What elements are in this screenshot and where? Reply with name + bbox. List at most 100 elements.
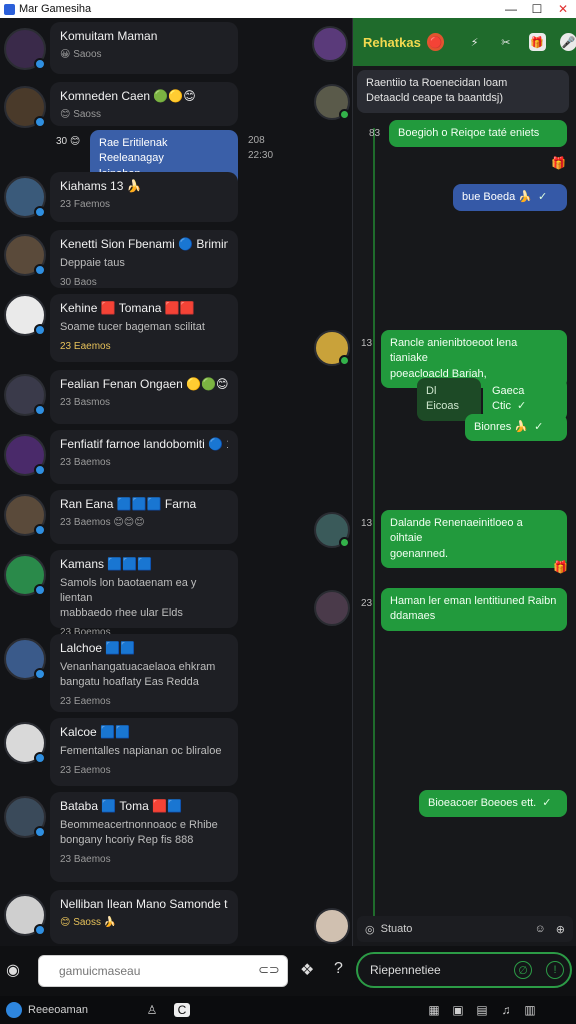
chat-row[interactable]: Fealian Fenan Ongaen 🟡🟢😊 23 Basmos — [0, 370, 352, 426]
bell-icon[interactable]: ♫ — [496, 1003, 516, 1017]
reply-preview-bar[interactable]: ◎ Stuato ☺ ⊕ — [357, 916, 573, 942]
lightning-icon[interactable]: ⚡ — [466, 33, 483, 51]
chat-bubble[interactable]: Komneden Caen 🟢🟡😊 😊 Saoss — [50, 82, 238, 126]
gift-icon[interactable]: 🎁 — [551, 156, 566, 170]
participant-avatar[interactable] — [314, 330, 350, 366]
participant-avatar[interactable] — [314, 908, 350, 944]
reply-input-placeholder: Riepennetiee — [370, 963, 441, 977]
chat-bubble[interactable]: Kenetti Sion Fbenami 🔵 Briminer Deppaie … — [50, 230, 238, 288]
chat-row[interactable]: Kenetti Sion Fbenami 🔵 Briminer Deppaie … — [0, 230, 352, 290]
sticker-icon[interactable]: ❖ — [300, 960, 314, 980]
chat-name: Bataba 🟦 Toma 🟥🟦 — [60, 799, 182, 813]
gift-icon[interactable]: 🎁 — [528, 33, 546, 51]
lock-icon[interactable]: ▣ — [448, 1003, 468, 1017]
chat-preview: Fementalles napianan oc bliraloe — [60, 745, 222, 757]
reply-preview-text: Stuato — [380, 923, 413, 935]
message-bubble[interactable]: bue Boeda 🍌 ✓ — [453, 184, 567, 212]
question-icon[interactable]: ? — [334, 960, 343, 978]
start-icon[interactable] — [6, 1002, 22, 1018]
app-icon — [4, 3, 15, 15]
chat-name: Kiahams 13 🍌 — [60, 179, 142, 193]
avatar[interactable] — [4, 86, 46, 128]
reply-icon: ◎ — [365, 923, 375, 936]
chat-row[interactable]: Komuitam Maman 😀 Saoos — [0, 22, 352, 78]
message-bubble[interactable]: Dalande Renenaeinitloeo a oihtaie goenan… — [381, 510, 567, 569]
avatar[interactable] — [4, 434, 46, 476]
verified-badge-icon — [34, 206, 46, 218]
gift-icon[interactable]: 🎁 — [553, 560, 568, 574]
link-icon[interactable]: ∅ — [514, 961, 532, 979]
avatar[interactable] — [4, 796, 46, 838]
chat-bubble[interactable]: Kehine 🟥 Tomana 🟥🟥 Soame tucer bageman s… — [50, 294, 238, 362]
reply-input[interactable]: Riepennetiee ∅ ! — [356, 952, 572, 988]
scissors-icon[interactable]: ✂ — [497, 33, 514, 51]
maximize-button[interactable]: ☐ — [524, 2, 550, 16]
verified-badge-icon — [34, 324, 46, 336]
chat-list: Komuitam Maman 😀 Saoos Komneden Caen 🟢🟡😊… — [0, 18, 352, 946]
chat-bubble[interactable]: Ran Eana 🟦🟦🟦 Farna 23 Baemos 😊😊😊 — [50, 490, 238, 544]
avatar[interactable] — [4, 554, 46, 596]
chat-meta: 23 Baemos 😊😊😊 — [60, 517, 145, 528]
avatar[interactable] — [4, 894, 46, 936]
chat-bubble[interactable]: Kalcoe 🟦🟦 Fementalles napianan oc bliral… — [50, 718, 238, 786]
timer-icon[interactable]: ! — [546, 961, 564, 979]
participant-avatar[interactable] — [314, 512, 350, 548]
close-button[interactable]: ✕ — [550, 2, 576, 16]
chat-row[interactable]: Ran Eana 🟦🟦🟦 Farna 23 Baemos 😊😊😊 — [0, 490, 352, 546]
avatar[interactable] — [4, 28, 46, 70]
chat-bubble[interactable]: Lalchoe 🟦🟦 Venanhangatuacaelaoa ehkram b… — [50, 634, 238, 712]
avatar[interactable] — [4, 722, 46, 764]
message-bubble[interactable]: Raentiio ta Roenecidan loam Detaacld cea… — [357, 70, 569, 113]
avatar[interactable] — [4, 176, 46, 218]
minimize-button[interactable]: — — [498, 2, 524, 16]
camera-icon[interactable]: ◉ — [6, 960, 26, 980]
add-icon[interactable]: ⊕ — [556, 923, 565, 936]
chat-app-icon[interactable]: C — [174, 1003, 190, 1017]
participant-avatar[interactable] — [312, 26, 348, 62]
avatar[interactable] — [4, 494, 46, 536]
mic-icon[interactable]: 🎤 — [559, 33, 576, 51]
chat-name: Kalcoe 🟦🟦 — [60, 725, 130, 739]
chat-bubble[interactable]: Fenfiatif farnoe landobomiti 🔵 1l2 23 Ba… — [50, 430, 238, 484]
folder-icon[interactable]: ▤ — [472, 1003, 492, 1017]
chat-bubble[interactable]: Fealian Fenan Ongaen 🟡🟢😊 23 Basmos — [50, 370, 238, 424]
message-bubble[interactable]: Haman ler eman lentitiuned Raibn ddamaes — [381, 588, 567, 631]
emoji-icon[interactable]: ☺ — [535, 923, 546, 935]
participant-avatar[interactable] — [314, 84, 350, 120]
avatar[interactable] — [4, 638, 46, 680]
avatar[interactable] — [4, 374, 46, 416]
chat-row[interactable]: Kiahams 13 🍌 23 Faemos — [0, 172, 352, 228]
chat-row[interactable]: Fenfiatif farnoe landobomiti 🔵 1l2 23 Ba… — [0, 430, 352, 486]
chat-bubble[interactable]: Bataba 🟦 Toma 🟥🟦 Beommeacertnonnoaoc e R… — [50, 792, 238, 882]
taskbar: Reeeoaman ♙ C ▦ ▣ ▤ ♫ ▥ — [0, 996, 576, 1024]
chat-row[interactable]: Kamans 🟦🟦🟦 Samols lon baotaenam ea y lie… — [0, 550, 352, 638]
chat-name: Kamans 🟦🟦🟦 — [60, 557, 153, 571]
chat-bubble[interactable]: Nelliban Ilean Mano Samonde tae 😊 Saoss … — [50, 890, 238, 944]
chat-row[interactable]: Bataba 🟦 Toma 🟥🟦 Beommeacertnonnoaoc e R… — [0, 792, 352, 884]
chat-bubble[interactable]: Kamans 🟦🟦🟦 Samols lon baotaenam ea y lie… — [50, 550, 238, 638]
chat-preview: Soame tucer bageman scilitat — [60, 321, 205, 333]
read-check-icon: ✓ — [542, 797, 552, 809]
chat-row[interactable]: Kehine 🟥 Tomana 🟥🟥 Soame tucer bageman s… — [0, 294, 352, 364]
participant-avatar[interactable] — [314, 590, 350, 626]
user-icon[interactable]: ♙ — [142, 1003, 162, 1017]
message-input[interactable] — [38, 955, 288, 987]
chat-meta: 23 Eaemos — [60, 340, 111, 352]
message-bubble[interactable]: Boegioh o Reiqoe taté eniets — [389, 120, 567, 148]
avatar[interactable] — [4, 294, 46, 336]
chat-bubble[interactable]: Komuitam Maman 😀 Saoos — [50, 22, 238, 74]
chat-row[interactable]: Nelliban Ilean Mano Samonde tae 😊 Saoss … — [0, 890, 352, 946]
chat-row[interactable]: Lalchoe 🟦🟦 Venanhangatuacaelaoa ehkram b… — [0, 634, 352, 714]
chat-preview: Venanhangatuacaelaoa ehkram bangatu hoaf… — [60, 661, 216, 688]
attachment-icon[interactable]: ⊂⊃ — [258, 962, 280, 978]
avatar[interactable] — [4, 234, 46, 276]
message-bubble[interactable]: Bionres 🍌 ✓ — [465, 414, 567, 442]
chat-row[interactable]: Kalcoe 🟦🟦 Fementalles napianan oc bliral… — [0, 718, 352, 788]
chat-meta: 😊 Saoss 🍌 — [60, 917, 117, 928]
grid-icon[interactable]: ▦ — [424, 1003, 444, 1017]
message-bubble[interactable]: Bioeacoer Boeoes ett. ✓ — [419, 790, 567, 818]
verified-badge-icon — [34, 668, 46, 680]
record-icon[interactable]: 🔴 — [426, 33, 445, 51]
chat-bubble[interactable]: Kiahams 13 🍌 23 Faemos — [50, 172, 238, 222]
settings-icon[interactable]: ▥ — [520, 1003, 540, 1017]
